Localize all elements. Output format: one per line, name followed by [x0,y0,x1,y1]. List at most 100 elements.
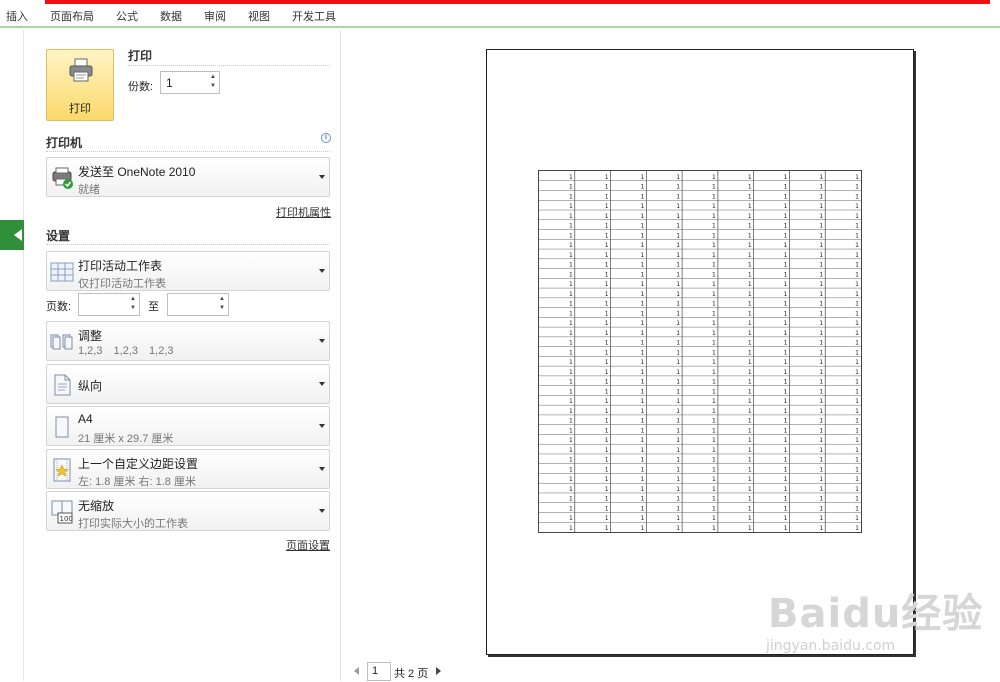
cell-value: 1 [605,476,609,483]
cell-value: 1 [784,525,788,532]
cell-value: 1 [748,447,752,454]
print-what-dropdown[interactable]: 打印活动工作表 仅打印活动工作表 [46,251,330,291]
cell-value: 1 [819,496,823,503]
cell-value: 1 [605,466,609,473]
cell-value: 1 [605,262,609,269]
cell-value: 1 [748,486,752,493]
tab-view[interactable]: 视图 [237,8,281,24]
pages-from-input[interactable]: ▲ ▼ [78,293,140,316]
cell-value: 1 [855,301,859,308]
cell-value: 1 [641,291,645,298]
stepper-down-icon[interactable]: ▼ [128,304,138,313]
pages-to-input[interactable]: ▲ ▼ [167,293,229,316]
cell-value: 1 [819,388,823,395]
stepper-up-icon[interactable]: ▲ [217,295,227,304]
margins-dropdown[interactable]: 上一个自定义边距设置 左: 1.8 厘米 右: 1.8 厘米 [46,449,330,489]
cell-value: 1 [641,447,645,454]
cell-value: 1 [569,505,573,512]
next-page-icon[interactable] [436,667,441,675]
cell-value: 1 [784,466,788,473]
paper-size-dropdown[interactable]: A4 21 厘米 x 29.7 厘米 [46,406,330,446]
cell-value: 1 [855,388,859,395]
cell-value: 1 [712,379,716,386]
cell-value: 1 [605,232,609,239]
printer-section-title: 打印机 [46,136,83,150]
cell-value: 1 [819,515,823,522]
cell-value: 1 [748,193,752,200]
cell-value: 1 [641,525,645,532]
margins-icon [53,458,71,482]
cell-value: 1 [712,525,716,532]
cell-value: 1 [748,408,752,415]
cell-value: 1 [748,301,752,308]
preview-page: 1 1 1 1 1 1 1 1 1 1 1 1 1 1 1 1 1 1 1 1 1 1 1 1 1 1 1 1 1 1 1 1 1 1 1 1 1 1 1 1… [486,49,914,655]
stepper-down-icon[interactable]: ▼ [208,82,218,91]
scaling-dropdown[interactable]: 100 无缩放 打印实际大小的工作表 [46,491,330,531]
printer-ready-icon [52,167,73,189]
current-page-input[interactable]: 1 [367,662,391,681]
cell-value: 1 [748,262,752,269]
tab-review[interactable]: 审阅 [193,8,237,24]
cell-value: 1 [855,457,859,464]
cell-value: 1 [605,291,609,298]
cell-value: 1 [605,184,609,191]
cell-value: 1 [676,271,680,278]
chevron-down-icon [319,269,325,273]
tab-formulas[interactable]: 公式 [105,8,149,24]
cell-value: 1 [712,310,716,317]
page-setup-link[interactable]: 页面设置 [286,537,330,553]
cell-value: 1 [784,252,788,259]
cell-value: 1 [855,359,859,366]
cell-value: 1 [641,369,645,376]
printer-dropdown[interactable]: 发送至 OneNote 2010 就绪 [46,157,330,197]
cell-value: 1 [641,388,645,395]
printer-properties-link[interactable]: 打印机属性 [276,204,331,220]
printer-icon [69,58,93,82]
cell-value: 1 [855,505,859,512]
cell-value: 1 [676,476,680,483]
print-button[interactable]: 打印 [46,49,114,121]
print-what-subtitle: 仅打印活动工作表 [78,278,166,290]
stepper-up-icon[interactable]: ▲ [208,73,218,82]
cell-value: 1 [605,301,609,308]
collate-dropdown[interactable]: 调整 1,2,3 1,2,3 1,2,3 [46,321,330,361]
cell-value: 1 [748,457,752,464]
tab-developer[interactable]: 开发工具 [281,8,347,24]
chevron-down-icon [319,509,325,513]
copies-stepper[interactable]: 1 ▲ ▼ [160,71,220,94]
cell-value: 1 [748,320,752,327]
cell-value: 1 [641,349,645,356]
cell-value: 1 [712,505,716,512]
cell-value: 1 [641,515,645,522]
cell-value: 1 [712,515,716,522]
cell-value: 1 [784,291,788,298]
orientation-dropdown[interactable]: 纵向 [46,364,330,404]
cell-value: 1 [712,359,716,366]
cell-value: 1 [784,213,788,220]
cell-value: 1 [855,242,859,249]
cell-value: 1 [569,232,573,239]
chevron-down-icon [319,424,325,428]
printer-name: 发送至 OneNote 2010 [78,165,196,179]
previous-page-icon[interactable] [354,667,359,675]
tab-data[interactable]: 数据 [149,8,193,24]
cell-value: 1 [819,271,823,278]
chevron-down-icon [319,467,325,471]
info-icon[interactable]: i [321,133,331,143]
cell-value: 1 [676,242,680,249]
cell-value: 1 [748,340,752,347]
tab-insert[interactable]: 插入 [0,8,39,24]
cell-value: 1 [712,174,716,181]
cell-value: 1 [748,174,752,181]
pages-to-label: 至 [148,301,159,313]
cell-value: 1 [819,359,823,366]
stepper-up-icon[interactable]: ▲ [128,295,138,304]
tab-page-layout[interactable]: 页面布局 [39,8,105,24]
cell-value: 1 [784,505,788,512]
cell-value: 1 [641,223,645,230]
cell-value: 1 [855,398,859,405]
stepper-down-icon[interactable]: ▼ [217,304,227,313]
cell-value: 1 [784,232,788,239]
cell-value: 1 [855,291,859,298]
cell-value: 1 [855,437,859,444]
